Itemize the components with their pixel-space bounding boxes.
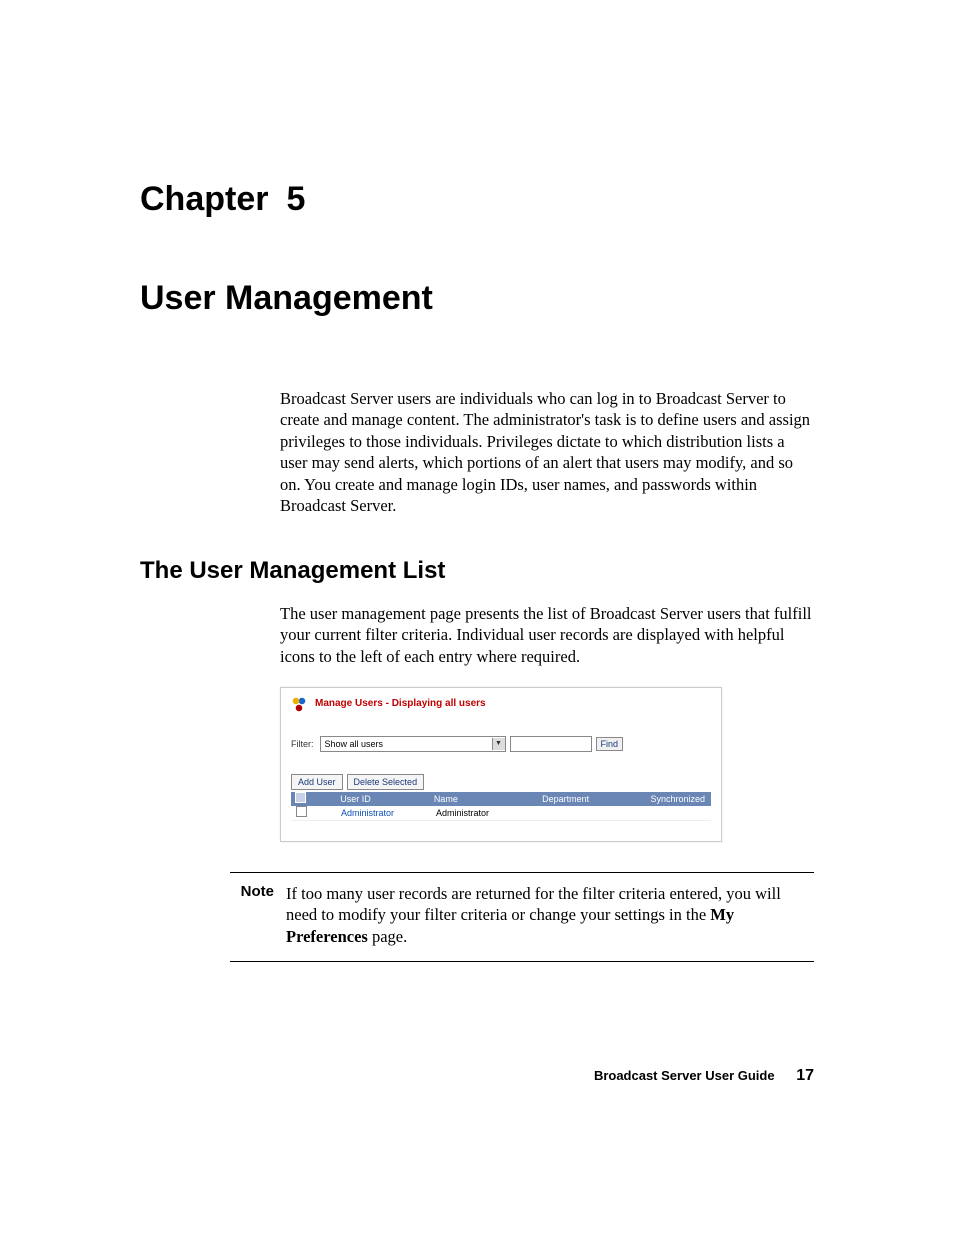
add-user-button[interactable]: Add User — [291, 774, 343, 790]
row-userid-link[interactable]: Administrator — [341, 808, 436, 818]
note-text: If too many user records are returned fo… — [286, 883, 814, 947]
chapter-title: User Management — [140, 279, 814, 318]
section-paragraph: The user management page presents the li… — [280, 603, 814, 667]
figure-title: Manage Users - Displaying all users — [315, 698, 486, 709]
col-department[interactable]: Department — [542, 794, 650, 804]
filter-select-value: Show all users — [325, 739, 384, 749]
page-footer: Broadcast Server User Guide 17 — [594, 1067, 814, 1085]
col-synchronized[interactable]: Synchronized — [650, 794, 711, 804]
table-row: Administrator Administrator — [291, 806, 711, 821]
page-number: 17 — [796, 1067, 814, 1084]
intro-paragraph: Broadcast Server users are individuals w… — [280, 388, 814, 517]
chevron-down-icon: ▼ — [492, 738, 505, 750]
select-all-checkbox[interactable] — [295, 792, 306, 803]
col-userid[interactable]: User ID — [340, 794, 434, 804]
chapter-number: 5 — [286, 180, 305, 218]
footer-guide: Broadcast Server User Guide — [594, 1068, 775, 1083]
users-icon — [291, 696, 307, 712]
chapter-label: Chapter — [140, 180, 268, 218]
row-name: Administrator — [436, 808, 546, 818]
filter-select[interactable]: Show all users ▼ — [320, 736, 506, 752]
chapter-line: Chapter 5 — [140, 180, 814, 219]
section-heading: The User Management List — [140, 557, 814, 585]
search-input[interactable] — [510, 736, 592, 752]
manage-users-figure: Manage Users - Displaying all users Filt… — [280, 687, 722, 842]
col-name[interactable]: Name — [434, 794, 542, 804]
note-label: Note — [230, 883, 274, 900]
filter-label: Filter: — [291, 739, 314, 749]
note-block: Note If too many user records are return… — [230, 872, 814, 962]
find-button[interactable]: Find — [596, 737, 624, 751]
delete-selected-button[interactable]: Delete Selected — [347, 774, 425, 790]
note-text-after: page. — [368, 927, 407, 946]
note-text-before: If too many user records are returned fo… — [286, 884, 781, 924]
table-header: User ID Name Department Synchronized — [291, 792, 711, 806]
row-checkbox[interactable] — [296, 806, 307, 817]
